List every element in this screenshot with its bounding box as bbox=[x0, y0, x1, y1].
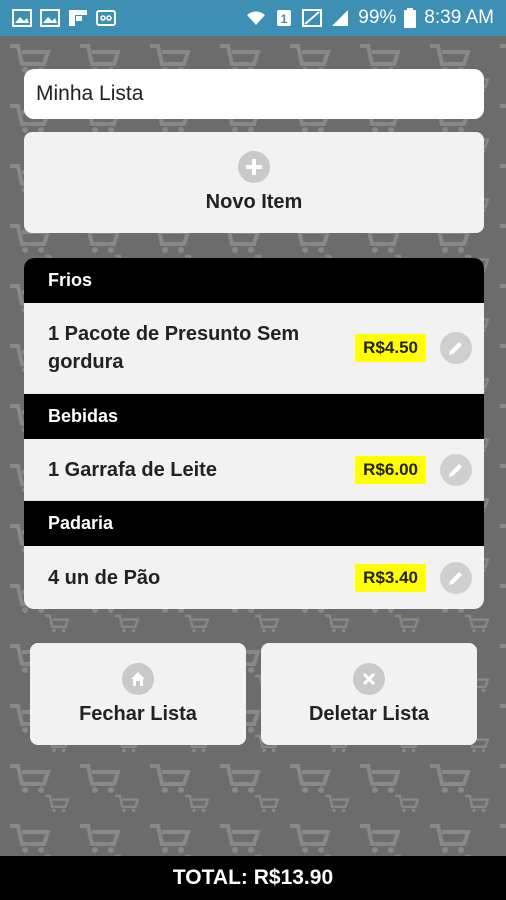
price-badge: R$6.00 bbox=[355, 455, 426, 484]
new-item-button[interactable]: Novo Item bbox=[24, 132, 484, 233]
price-badge: R$4.50 bbox=[355, 334, 426, 362]
system-icons: 1 99% 8:39 AM bbox=[246, 7, 494, 29]
battery-percent: 99% bbox=[358, 7, 397, 28]
total-label: TOTAL: R$13.90 bbox=[172, 866, 334, 889]
list-item[interactable]: 4 un de Pão R$3.40 bbox=[24, 546, 484, 609]
close-list-label: Fechar Lista bbox=[79, 702, 197, 725]
shopping-list: Frios 1 Pacote de Presunto Sem gordura R… bbox=[24, 258, 484, 609]
close-icon bbox=[353, 662, 385, 695]
image-notification-icon bbox=[12, 9, 32, 27]
category-name: Padaria bbox=[48, 513, 114, 533]
battery-icon bbox=[404, 8, 417, 28]
no-signal-icon bbox=[302, 9, 323, 27]
item-text: 1 Pacote de Presunto Sem gordura bbox=[48, 323, 300, 373]
category-header-bebidas: Bebidas bbox=[24, 394, 484, 439]
status-bar: 1 99% 8:39 AM bbox=[0, 0, 506, 36]
delete-list-button[interactable]: Deletar Lista bbox=[261, 643, 477, 745]
item-text: 4 un de Pão bbox=[48, 566, 161, 589]
svg-text:1: 1 bbox=[281, 12, 288, 26]
gallery-notification-icon bbox=[40, 9, 60, 27]
close-list-button[interactable]: Fechar Lista bbox=[30, 643, 246, 745]
category-name: Bebidas bbox=[48, 406, 119, 426]
signal-icon bbox=[332, 10, 349, 26]
new-item-label: Novo Item bbox=[205, 191, 303, 213]
price-badge: R$3.40 bbox=[355, 563, 426, 592]
edit-pencil-icon[interactable] bbox=[440, 332, 472, 364]
list-item[interactable]: 1 Garrafa de Leite R$6.00 bbox=[24, 439, 484, 501]
category-name: Frios bbox=[48, 270, 93, 290]
total-bar: TOTAL: R$13.90 bbox=[0, 856, 506, 900]
list-name-input[interactable] bbox=[24, 69, 484, 119]
wifi-icon bbox=[247, 11, 266, 25]
home-icon bbox=[122, 662, 154, 695]
sim-1-icon: 1 bbox=[277, 10, 292, 26]
edit-pencil-icon[interactable] bbox=[440, 453, 472, 486]
edit-pencil-icon[interactable] bbox=[440, 561, 472, 594]
list-item[interactable]: 1 Pacote de Presunto Sem gordura R$4.50 bbox=[24, 303, 484, 394]
notification-icons bbox=[12, 9, 116, 27]
category-header-padaria: Padaria bbox=[24, 501, 484, 546]
item-text: 1 Garrafa de Leite bbox=[48, 458, 217, 481]
delete-list-label: Deletar Lista bbox=[308, 702, 430, 725]
flipboard-notification-icon bbox=[69, 10, 87, 26]
clock: 8:39 AM bbox=[424, 7, 494, 28]
voicemail-notification-icon bbox=[96, 10, 116, 26]
plus-icon bbox=[238, 151, 270, 183]
category-header-frios: Frios bbox=[24, 258, 484, 303]
